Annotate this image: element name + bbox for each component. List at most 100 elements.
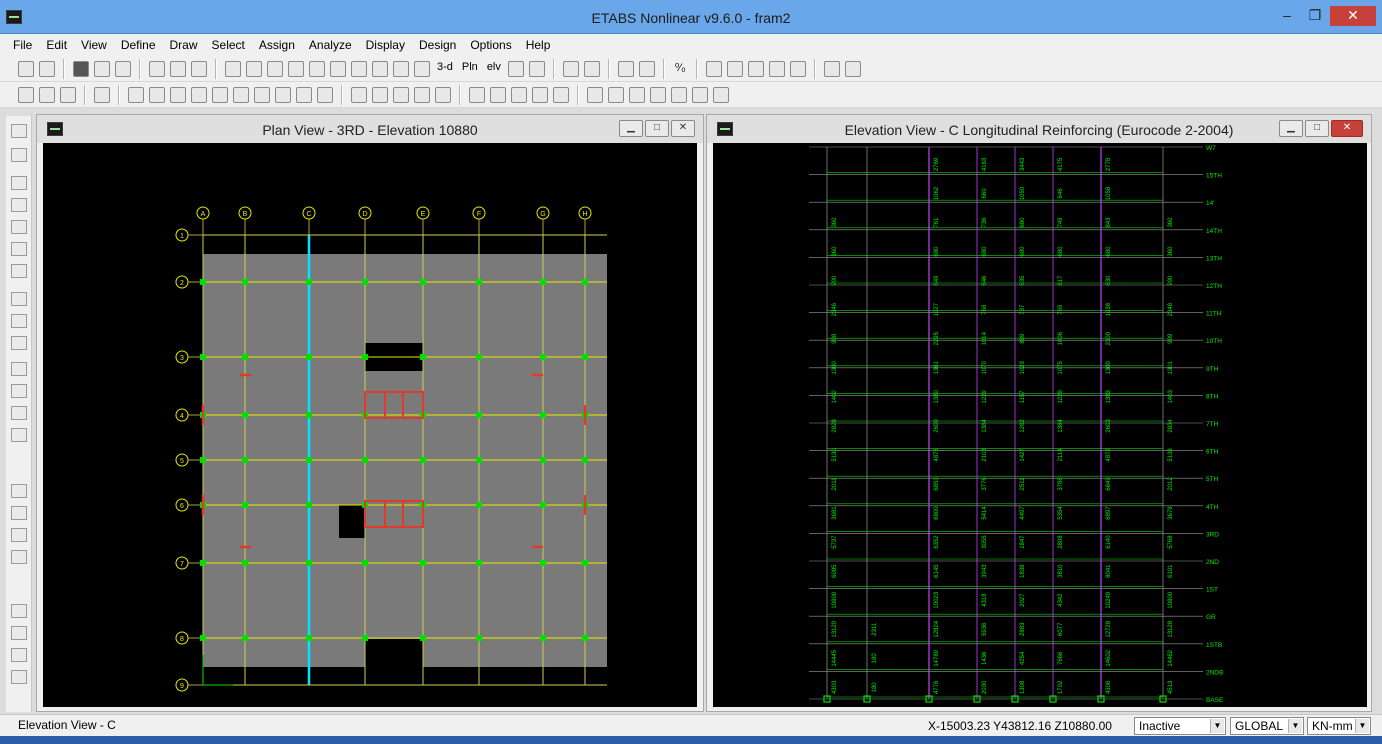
draw-wall-opening-icon[interactable]: [11, 384, 27, 398]
steel-design-icon[interactable]: [844, 60, 861, 77]
draw-wall-icon[interactable]: [11, 362, 27, 376]
load-cases-icon[interactable]: [351, 86, 367, 103]
clear-selection-icon[interactable]: [11, 528, 27, 542]
column-node[interactable]: [582, 354, 588, 360]
column-node[interactable]: [362, 457, 368, 463]
new-model-icon[interactable]: [18, 60, 34, 77]
print-icon[interactable]: [94, 60, 110, 77]
column-node[interactable]: [540, 560, 546, 566]
snap-perpendicular-icon[interactable]: [11, 670, 27, 684]
select-pointer-icon[interactable]: [11, 124, 27, 138]
i-beam-icon[interactable]: [469, 86, 485, 103]
response-spectrum-icon[interactable]: [414, 86, 430, 103]
menu-draw[interactable]: Draw: [163, 38, 205, 52]
column-node[interactable]: [242, 635, 248, 641]
draw-column-icon[interactable]: [11, 220, 27, 234]
deformed-shape-icon[interactable]: [768, 60, 785, 77]
draw-click-area-icon[interactable]: [11, 336, 27, 350]
close-button[interactable]: ✕: [1330, 6, 1376, 26]
area-icon[interactable]: [490, 86, 506, 103]
strip-icon[interactable]: [692, 86, 708, 103]
column-node[interactable]: [476, 412, 482, 418]
column-node[interactable]: [540, 412, 546, 418]
hatch-icon[interactable]: [587, 86, 603, 103]
column-node[interactable]: [362, 354, 368, 360]
menu-design[interactable]: Design: [412, 38, 463, 52]
reshape-pointer-icon[interactable]: [11, 148, 27, 162]
column-node[interactable]: [242, 560, 248, 566]
menu-edit[interactable]: Edit: [39, 38, 74, 52]
elevation-maximize-button[interactable]: □: [1305, 120, 1329, 137]
menu-define[interactable]: Define: [114, 38, 163, 52]
column-node[interactable]: [582, 279, 588, 285]
frame-section-icon[interactable]: [705, 60, 722, 77]
draw-dimension-icon[interactable]: [11, 406, 27, 420]
column-node[interactable]: [200, 279, 206, 285]
column-node[interactable]: [420, 279, 426, 285]
column-node[interactable]: [306, 560, 312, 566]
column-node[interactable]: [362, 279, 368, 285]
run-pushover-icon[interactable]: [288, 60, 304, 77]
column-node[interactable]: [306, 502, 312, 508]
draw-beam-icon[interactable]: [11, 242, 27, 256]
perspective-icon[interactable]: [528, 60, 545, 77]
channel-icon[interactable]: [553, 86, 569, 103]
column-node[interactable]: [306, 279, 312, 285]
column-node[interactable]: [420, 635, 426, 641]
draw-reference-icon[interactable]: [11, 428, 27, 442]
zoom-out-icon[interactable]: [372, 60, 388, 77]
column-node[interactable]: [200, 635, 206, 641]
menu-view[interactable]: View: [74, 38, 114, 52]
run-static-icon[interactable]: [267, 60, 283, 77]
column-node[interactable]: [200, 457, 206, 463]
mass-source-icon[interactable]: [393, 86, 409, 103]
undo-icon[interactable]: [149, 60, 165, 77]
minimize-button[interactable]: –: [1274, 6, 1300, 26]
menu-help[interactable]: Help: [519, 38, 558, 52]
column-node[interactable]: [306, 412, 312, 418]
grid-icon[interactable]: [608, 86, 624, 103]
elevation-view-button[interactable]: elv: [485, 61, 503, 77]
zoom-window-icon[interactable]: [309, 60, 325, 77]
column-node[interactable]: [242, 457, 248, 463]
draw-rectangle-area-icon[interactable]: [11, 314, 27, 328]
menu-analyze[interactable]: Analyze: [302, 38, 359, 52]
column-node[interactable]: [420, 457, 426, 463]
save-icon[interactable]: [73, 60, 89, 77]
elevation-drawing[interactable]: 2769 4163 3443 4175 2778 1062 660 1050 646 1058 36…: [713, 143, 1367, 707]
menu-file[interactable]: File: [6, 38, 39, 52]
spring-icon[interactable]: [233, 86, 249, 103]
zoom-restore-icon[interactable]: [330, 60, 346, 77]
frame-loads-icon[interactable]: [747, 60, 764, 77]
draw-line-icon[interactable]: [11, 176, 27, 190]
column-node[interactable]: [540, 502, 546, 508]
frame-sections-icon[interactable]: [149, 86, 165, 103]
column-node[interactable]: [476, 457, 482, 463]
options-icon[interactable]: [713, 86, 729, 103]
get-previous-selection-icon[interactable]: [11, 506, 27, 520]
open-icon[interactable]: [39, 60, 55, 77]
intersecting-line-icon[interactable]: [11, 550, 27, 564]
elevation-view-canvas[interactable]: 2769 4163 3443 4175 2778 1062 660 1050 646 1058 36…: [713, 143, 1367, 707]
plan-minimize-button[interactable]: ▁: [619, 120, 643, 137]
pointer-icon[interactable]: [18, 86, 34, 103]
column-node[interactable]: [540, 354, 546, 360]
pattern-icon[interactable]: [629, 86, 645, 103]
plan-view-canvas[interactable]: A B C D E F G H 1 2 3 4 5 6 7 8 9: [43, 143, 697, 707]
column-node[interactable]: [242, 412, 248, 418]
plan-close-button[interactable]: ✕: [671, 120, 695, 137]
column-node[interactable]: [582, 457, 588, 463]
column-node[interactable]: [420, 354, 426, 360]
lock-icon[interactable]: [225, 60, 241, 77]
plan-view-button[interactable]: Pln: [460, 61, 480, 77]
zoom-in-icon[interactable]: [351, 60, 367, 77]
menu-options[interactable]: Options: [463, 38, 518, 52]
snap-ends-icon[interactable]: [11, 626, 27, 640]
brush-icon[interactable]: [650, 86, 666, 103]
load-combinations-icon[interactable]: [372, 86, 388, 103]
menu-select[interactable]: Select: [205, 38, 252, 52]
column-node[interactable]: [242, 279, 248, 285]
column-node[interactable]: [540, 635, 546, 641]
column-node[interactable]: [306, 457, 312, 463]
column-node[interactable]: [306, 354, 312, 360]
